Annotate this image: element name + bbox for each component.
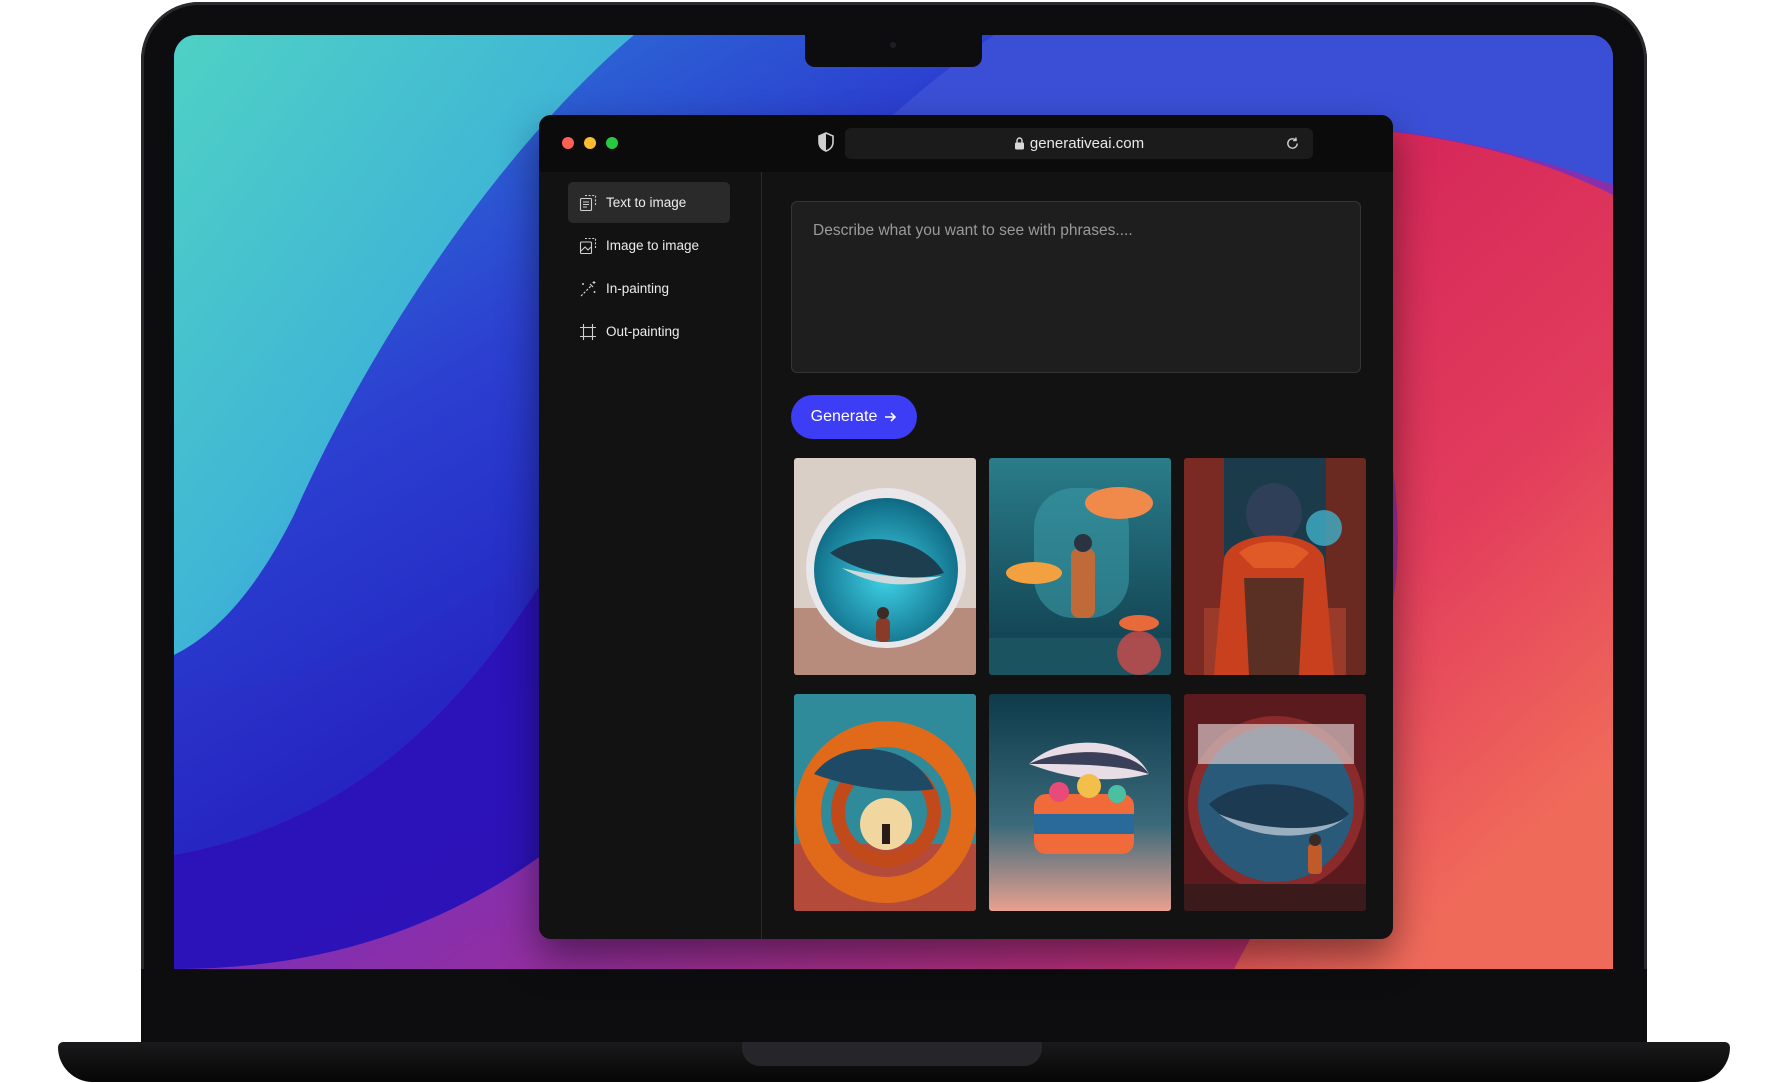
arrow-right-icon bbox=[885, 412, 897, 422]
laptop-base-notch bbox=[742, 1042, 1042, 1066]
shield-icon[interactable] bbox=[817, 132, 835, 152]
reload-icon[interactable] bbox=[1285, 136, 1300, 151]
generated-image-3[interactable] bbox=[1184, 458, 1366, 675]
lock-icon bbox=[1014, 137, 1024, 150]
generate-button[interactable]: Generate bbox=[791, 395, 917, 439]
close-window-button[interactable] bbox=[562, 137, 574, 149]
sidebar-item-label: Out-painting bbox=[606, 324, 680, 339]
sidebar-item-out-painting[interactable]: Out-painting bbox=[568, 311, 730, 352]
browser-window: generativeai.com Text to image Image to … bbox=[539, 115, 1393, 939]
camera-icon bbox=[890, 42, 896, 48]
sidebar: Text to image Image to image In-painting bbox=[539, 172, 762, 939]
laptop-bezel-bottom bbox=[141, 969, 1647, 1044]
sidebar-item-label: Image to image bbox=[606, 238, 700, 253]
sidebar-item-in-painting[interactable]: In-painting bbox=[568, 268, 730, 309]
text-image-icon bbox=[579, 194, 597, 211]
generate-button-label: Generate bbox=[810, 408, 878, 425]
maximize-window-button[interactable] bbox=[606, 137, 618, 149]
minimize-window-button[interactable] bbox=[584, 137, 596, 149]
generated-image-5[interactable] bbox=[989, 694, 1171, 911]
sidebar-item-label: Text to image bbox=[606, 195, 687, 210]
generated-image-1[interactable] bbox=[794, 458, 976, 675]
browser-titlebar: generativeai.com bbox=[539, 115, 1393, 172]
prompt-input[interactable] bbox=[791, 201, 1361, 373]
url-text: generativeai.com bbox=[1029, 135, 1145, 152]
sidebar-item-label: In-painting bbox=[606, 281, 670, 296]
sidebar-item-text-to-image[interactable]: Text to image bbox=[568, 182, 730, 223]
generated-image-2[interactable] bbox=[989, 458, 1171, 675]
magic-wand-icon bbox=[580, 280, 596, 296]
sidebar-item-image-to-image[interactable]: Image to image bbox=[568, 225, 730, 266]
generated-image-4[interactable] bbox=[794, 694, 976, 911]
address-bar[interactable]: generativeai.com bbox=[845, 128, 1313, 159]
crop-expand-icon bbox=[580, 323, 596, 340]
generated-image-6[interactable] bbox=[1184, 694, 1366, 911]
image-image-icon bbox=[579, 237, 597, 254]
camera-notch bbox=[805, 35, 982, 67]
